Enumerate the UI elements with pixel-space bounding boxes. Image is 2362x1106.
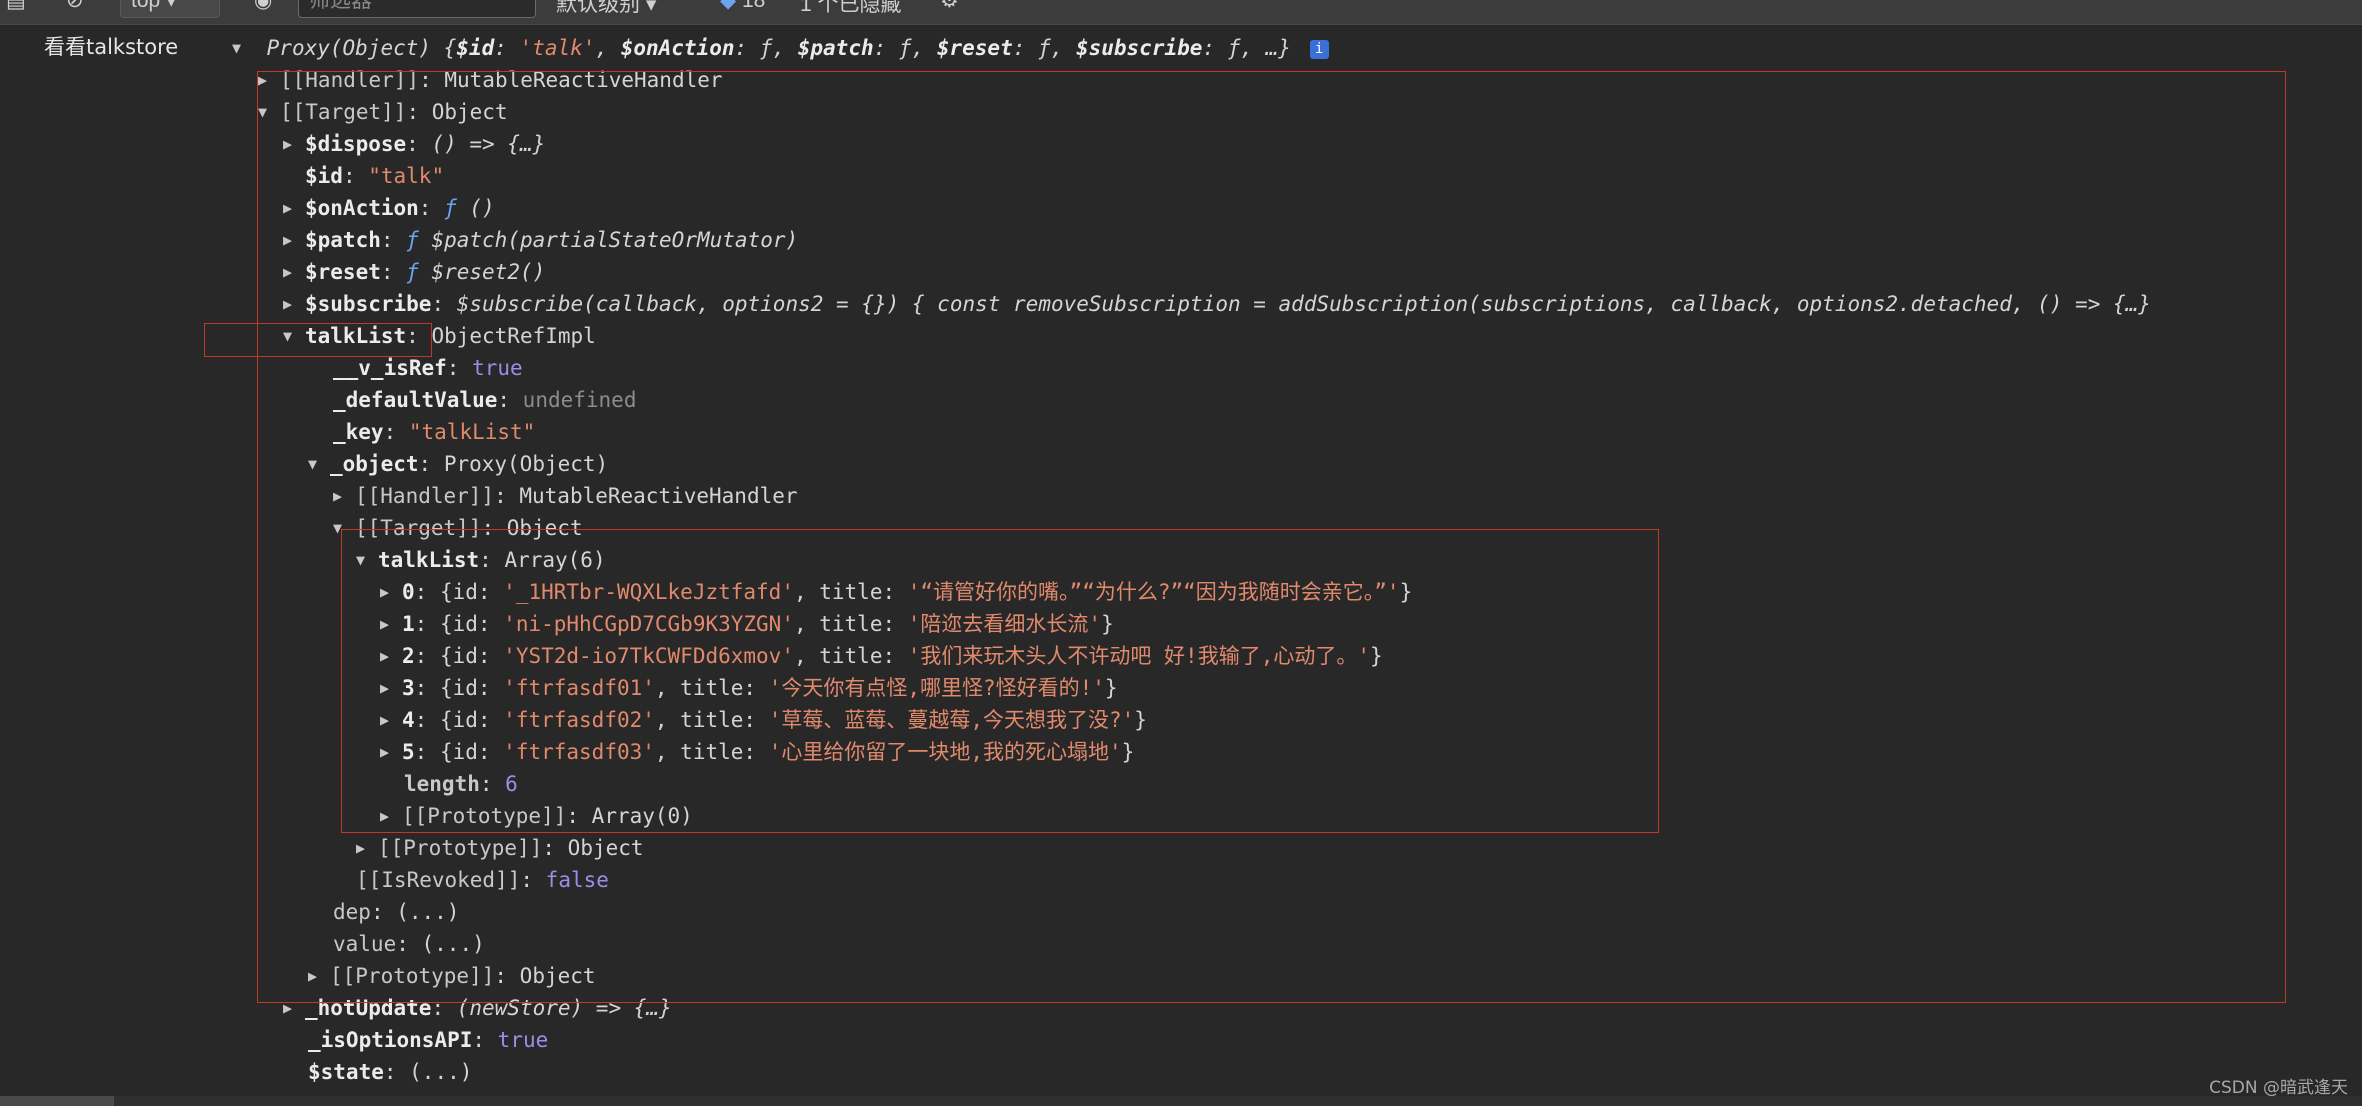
scrollbar-thumb[interactable] — [0, 1096, 114, 1106]
log-entry: 看看talkstore — [44, 31, 178, 63]
summary-reset-key: $reset — [936, 36, 1013, 60]
context-select-label: top — [131, 0, 161, 12]
summary-reset-value: ƒ — [1038, 36, 1051, 60]
row-key: _isOptionsAPI — [308, 1028, 473, 1052]
issues-button[interactable]: ◆ 18 — [720, 0, 765, 13]
summary-patch-value: ƒ — [898, 36, 912, 60]
console-toolbar: ▤ ⊘ top ▾ ◉ 筛选器 默认级别 ▾ ◆ 18 1 个已隐藏 ⚙ — [0, 0, 2362, 25]
summary-suffix: , …} — [1240, 36, 1291, 60]
issues-icon: ◆ — [720, 0, 737, 12]
expand-arrow-icon[interactable]: ▼ — [232, 32, 254, 64]
levels-label: 默认级别 — [556, 0, 640, 16]
watermark: CSDN @暗武逢天 — [2209, 1078, 2348, 1098]
highlight-box-talklist-key — [204, 323, 432, 357]
clear-console-icon[interactable]: ⊘ — [66, 0, 84, 13]
hidden-count: 1 个已隐藏 — [800, 0, 902, 16]
horizontal-scrollbar[interactable] — [0, 1096, 2362, 1106]
summary-id-value: 'talk' — [519, 36, 596, 60]
filter-placeholder: 筛选器 — [309, 0, 372, 12]
levels-dropdown[interactable]: 默认级别 ▾ — [556, 0, 656, 18]
summary-prefix: Proxy(Object) { — [266, 36, 457, 60]
row-value[interactable]: (...) — [409, 1060, 472, 1084]
summary-onaction-key: $onAction — [620, 36, 735, 60]
sidebar-toggle-icon[interactable]: ▤ — [6, 0, 26, 13]
proxy-summary-row[interactable]: ▼ Proxy(Object) {$id: 'talk', $onAction:… — [232, 32, 1329, 64]
settings-gear-icon[interactable]: ⚙ — [940, 0, 959, 13]
row-key: $state — [308, 1060, 384, 1084]
issues-count: 18 — [742, 0, 766, 12]
row-value: true — [497, 1028, 549, 1052]
summary-id-key: $id — [456, 36, 495, 60]
summary-subscribe-key: $subscribe — [1075, 36, 1203, 60]
filter-input[interactable]: 筛选器 — [298, 0, 536, 18]
eye-icon[interactable]: ◉ — [254, 0, 272, 13]
summary-onaction-value: ƒ — [759, 36, 773, 60]
summary-subscribe-value: ƒ — [1227, 36, 1241, 60]
tree-row-state[interactable]: $state: (...) — [308, 1056, 472, 1088]
log-label: 看看talkstore — [44, 35, 179, 59]
tree-row-is-options-api: _isOptionsAPI: true — [308, 1028, 549, 1052]
summary-patch-key: $patch — [797, 36, 874, 60]
highlight-box-talklist-array — [341, 529, 1659, 833]
info-icon[interactable]: i — [1309, 39, 1329, 59]
context-select[interactable]: top ▾ — [120, 0, 220, 18]
